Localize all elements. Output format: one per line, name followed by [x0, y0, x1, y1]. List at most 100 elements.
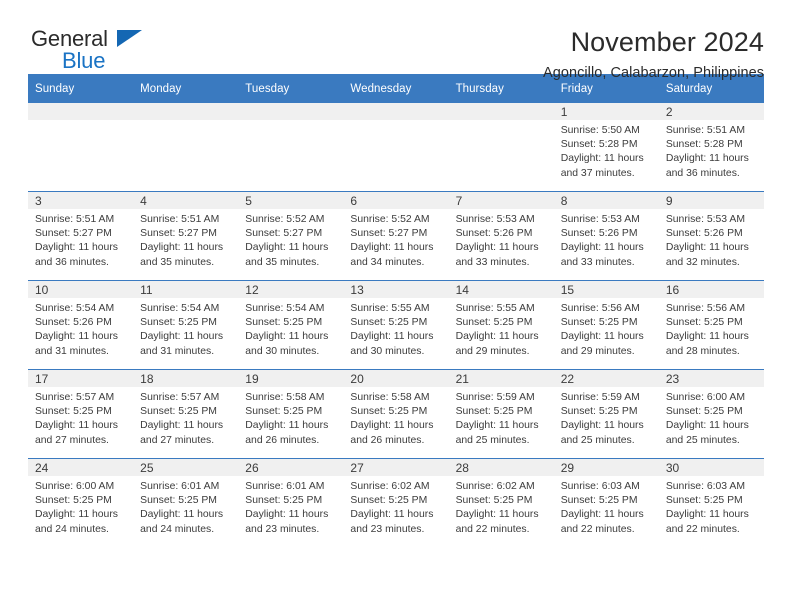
sunrise-text: Sunrise: 6:03 AM — [665, 481, 745, 492]
day-cell[interactable]: 30 Sunrise: 6:03 AM Sunset: 5:25 PM Dayl… — [658, 458, 764, 547]
day-cell[interactable]: 20 Sunrise: 5:58 AM Sunset: 5:25 PM Dayl… — [343, 369, 449, 459]
day-cell[interactable]: 5 Sunrise: 5:52 AM Sunset: 5:27 PM Dayli… — [238, 191, 344, 281]
logo-text-blue: Blue — [62, 48, 106, 73]
sunset-text: Sunset: 5:25 PM — [35, 406, 112, 418]
daylight-text-line1: Daylight: 11 hours — [245, 509, 329, 521]
day-number: 11 — [133, 281, 239, 298]
day-cell[interactable]: 14 Sunrise: 5:55 AM Sunset: 5:25 PM Dayl… — [448, 280, 554, 370]
day-cell[interactable]: 11 Sunrise: 5:54 AM Sunset: 5:25 PM Dayl… — [133, 280, 239, 370]
day-cell[interactable]: 8 Sunrise: 5:53 AM Sunset: 5:26 PM Dayli… — [553, 191, 659, 281]
day-number: 12 — [238, 281, 344, 298]
sunset-text: Sunset: 5:27 PM — [245, 228, 323, 240]
sunset-text: Sunset: 5:25 PM — [560, 317, 638, 329]
sunset-text: Sunset: 5:28 PM — [665, 139, 743, 151]
day-cell[interactable]: 13 Sunrise: 5:55 AM Sunset: 5:25 PM Dayl… — [343, 280, 449, 370]
day-cell[interactable]: 22 Sunrise: 5:59 AM Sunset: 5:25 PM Dayl… — [553, 369, 659, 459]
day-number — [28, 103, 134, 120]
day-cell[interactable]: 1 Sunrise: 5:50 AM Sunset: 5:28 PM Dayli… — [553, 103, 659, 192]
sunrise-text: Sunrise: 5:50 AM — [560, 125, 640, 136]
day-details: Sunrise: 5:56 AM Sunset: 5:25 PM Dayligh… — [554, 298, 659, 359]
day-details: Sunrise: 6:03 AM Sunset: 5:25 PM Dayligh… — [554, 476, 659, 537]
day-cell[interactable] — [343, 103, 449, 192]
day-details: Sunrise: 5:59 AM Sunset: 5:25 PM Dayligh… — [554, 387, 659, 448]
day-cell[interactable]: 9 Sunrise: 5:53 AM Sunset: 5:26 PM Dayli… — [658, 191, 764, 281]
day-cell[interactable]: 28 Sunrise: 6:02 AM Sunset: 5:25 PM Dayl… — [448, 458, 554, 547]
daylight-text-line2: and 22 minutes. — [665, 523, 740, 535]
daylight-text-line1: Daylight: 11 hours — [245, 331, 329, 343]
day-cell[interactable]: 16 Sunrise: 5:56 AM Sunset: 5:25 PM Dayl… — [658, 280, 764, 370]
day-details — [133, 120, 238, 124]
day-cell[interactable] — [448, 103, 554, 192]
sunrise-text: Sunrise: 5:56 AM — [560, 303, 640, 314]
sunrise-text: Sunrise: 6:02 AM — [350, 481, 430, 492]
day-cell[interactable]: 26 Sunrise: 6:01 AM Sunset: 5:25 PM Dayl… — [238, 458, 344, 547]
day-number: 17 — [28, 370, 134, 387]
day-cell[interactable]: 15 Sunrise: 5:56 AM Sunset: 5:25 PM Dayl… — [553, 280, 659, 370]
day-cell[interactable]: 6 Sunrise: 5:52 AM Sunset: 5:27 PM Dayli… — [343, 191, 449, 281]
calendar-week-row: 24 Sunrise: 6:00 AM Sunset: 5:25 PM Dayl… — [28, 458, 764, 547]
day-cell[interactable] — [133, 103, 239, 192]
daylight-text-line2: and 36 minutes. — [35, 256, 109, 268]
day-cell[interactable]: 7 Sunrise: 5:53 AM Sunset: 5:26 PM Dayli… — [448, 191, 554, 281]
day-details: Sunrise: 6:00 AM Sunset: 5:25 PM Dayligh… — [659, 387, 764, 448]
day-cell[interactable]: 3 Sunrise: 5:51 AM Sunset: 5:27 PM Dayli… — [28, 191, 134, 281]
day-cell[interactable]: 21 Sunrise: 5:59 AM Sunset: 5:25 PM Dayl… — [448, 369, 554, 459]
day-cell[interactable] — [238, 103, 344, 192]
day-details: Sunrise: 6:02 AM Sunset: 5:25 PM Dayligh… — [343, 476, 448, 537]
sunset-text: Sunset: 5:26 PM — [455, 228, 533, 240]
day-cell[interactable]: 2 Sunrise: 5:51 AM Sunset: 5:28 PM Dayli… — [658, 103, 764, 192]
day-cell[interactable]: 17 Sunrise: 5:57 AM Sunset: 5:25 PM Dayl… — [28, 369, 134, 459]
sunrise-text: Sunrise: 6:01 AM — [140, 481, 220, 492]
day-cell[interactable]: 19 Sunrise: 5:58 AM Sunset: 5:25 PM Dayl… — [238, 369, 344, 459]
day-cell[interactable]: 23 Sunrise: 6:00 AM Sunset: 5:25 PM Dayl… — [658, 369, 764, 459]
daylight-text-line2: and 35 minutes. — [140, 256, 215, 268]
day-details: Sunrise: 5:55 AM Sunset: 5:25 PM Dayligh… — [449, 298, 554, 359]
daylight-text-line2: and 25 minutes. — [665, 434, 740, 446]
sunrise-text: Sunrise: 5:51 AM — [35, 214, 115, 225]
sunset-text: Sunset: 5:26 PM — [665, 228, 743, 240]
day-cell[interactable]: 18 Sunrise: 5:57 AM Sunset: 5:25 PM Dayl… — [133, 369, 239, 459]
day-details: Sunrise: 5:54 AM Sunset: 5:25 PM Dayligh… — [133, 298, 238, 359]
daylight-text-line1: Daylight: 11 hours — [455, 242, 539, 254]
day-number: 27 — [343, 459, 449, 476]
day-number: 21 — [448, 370, 554, 387]
day-cell[interactable] — [28, 103, 134, 192]
day-cell[interactable]: 12 Sunrise: 5:54 AM Sunset: 5:25 PM Dayl… — [238, 280, 344, 370]
day-number: 14 — [448, 281, 554, 298]
day-cell[interactable]: 29 Sunrise: 6:03 AM Sunset: 5:25 PM Dayl… — [553, 458, 659, 547]
daylight-text-line2: and 26 minutes. — [245, 434, 320, 446]
daylight-text-line1: Daylight: 11 hours — [140, 331, 224, 343]
calendar-week-row: 10 Sunrise: 5:54 AM Sunset: 5:26 PM Dayl… — [28, 280, 764, 370]
sunset-text: Sunset: 5:25 PM — [245, 495, 323, 507]
daylight-text-line1: Daylight: 11 hours — [560, 242, 644, 254]
sunset-text: Sunset: 5:25 PM — [140, 495, 217, 507]
weekday-header-wednesday: Wednesday — [343, 74, 449, 103]
daylight-text-line1: Daylight: 11 hours — [350, 242, 434, 254]
day-number: 3 — [28, 192, 134, 209]
sunset-text: Sunset: 5:26 PM — [560, 228, 638, 240]
day-cell[interactable]: 24 Sunrise: 6:00 AM Sunset: 5:25 PM Dayl… — [28, 458, 134, 547]
weekday-header-thursday: Thursday — [448, 74, 554, 103]
day-details: Sunrise: 5:52 AM Sunset: 5:27 PM Dayligh… — [238, 209, 343, 270]
sunset-text: Sunset: 5:25 PM — [665, 317, 743, 329]
sunset-text: Sunset: 5:25 PM — [245, 406, 323, 418]
daylight-text-line1: Daylight: 11 hours — [35, 331, 118, 343]
day-number: 28 — [448, 459, 554, 476]
daylight-text-line1: Daylight: 11 hours — [455, 420, 539, 432]
sunset-text: Sunset: 5:27 PM — [35, 228, 112, 240]
daylight-text-line1: Daylight: 11 hours — [140, 509, 224, 521]
general-blue-logo[interactable]: General Blue — [28, 26, 168, 78]
day-details: Sunrise: 5:50 AM Sunset: 5:28 PM Dayligh… — [554, 120, 659, 181]
day-number: 20 — [343, 370, 449, 387]
calendar-week-row: 1 Sunrise: 5:50 AM Sunset: 5:28 PM Dayli… — [28, 103, 764, 192]
day-details — [449, 120, 554, 124]
day-cell[interactable]: 4 Sunrise: 5:51 AM Sunset: 5:27 PM Dayli… — [133, 191, 239, 281]
daylight-text-line1: Daylight: 11 hours — [560, 331, 644, 343]
triangle-icon — [117, 30, 142, 47]
day-cell[interactable]: 10 Sunrise: 5:54 AM Sunset: 5:26 PM Dayl… — [28, 280, 134, 370]
day-cell[interactable]: 25 Sunrise: 6:01 AM Sunset: 5:25 PM Dayl… — [133, 458, 239, 547]
sunrise-text: Sunrise: 5:53 AM — [665, 214, 745, 225]
day-cell[interactable]: 27 Sunrise: 6:02 AM Sunset: 5:25 PM Dayl… — [343, 458, 449, 547]
sunset-text: Sunset: 5:25 PM — [140, 317, 217, 329]
day-number: 18 — [133, 370, 239, 387]
